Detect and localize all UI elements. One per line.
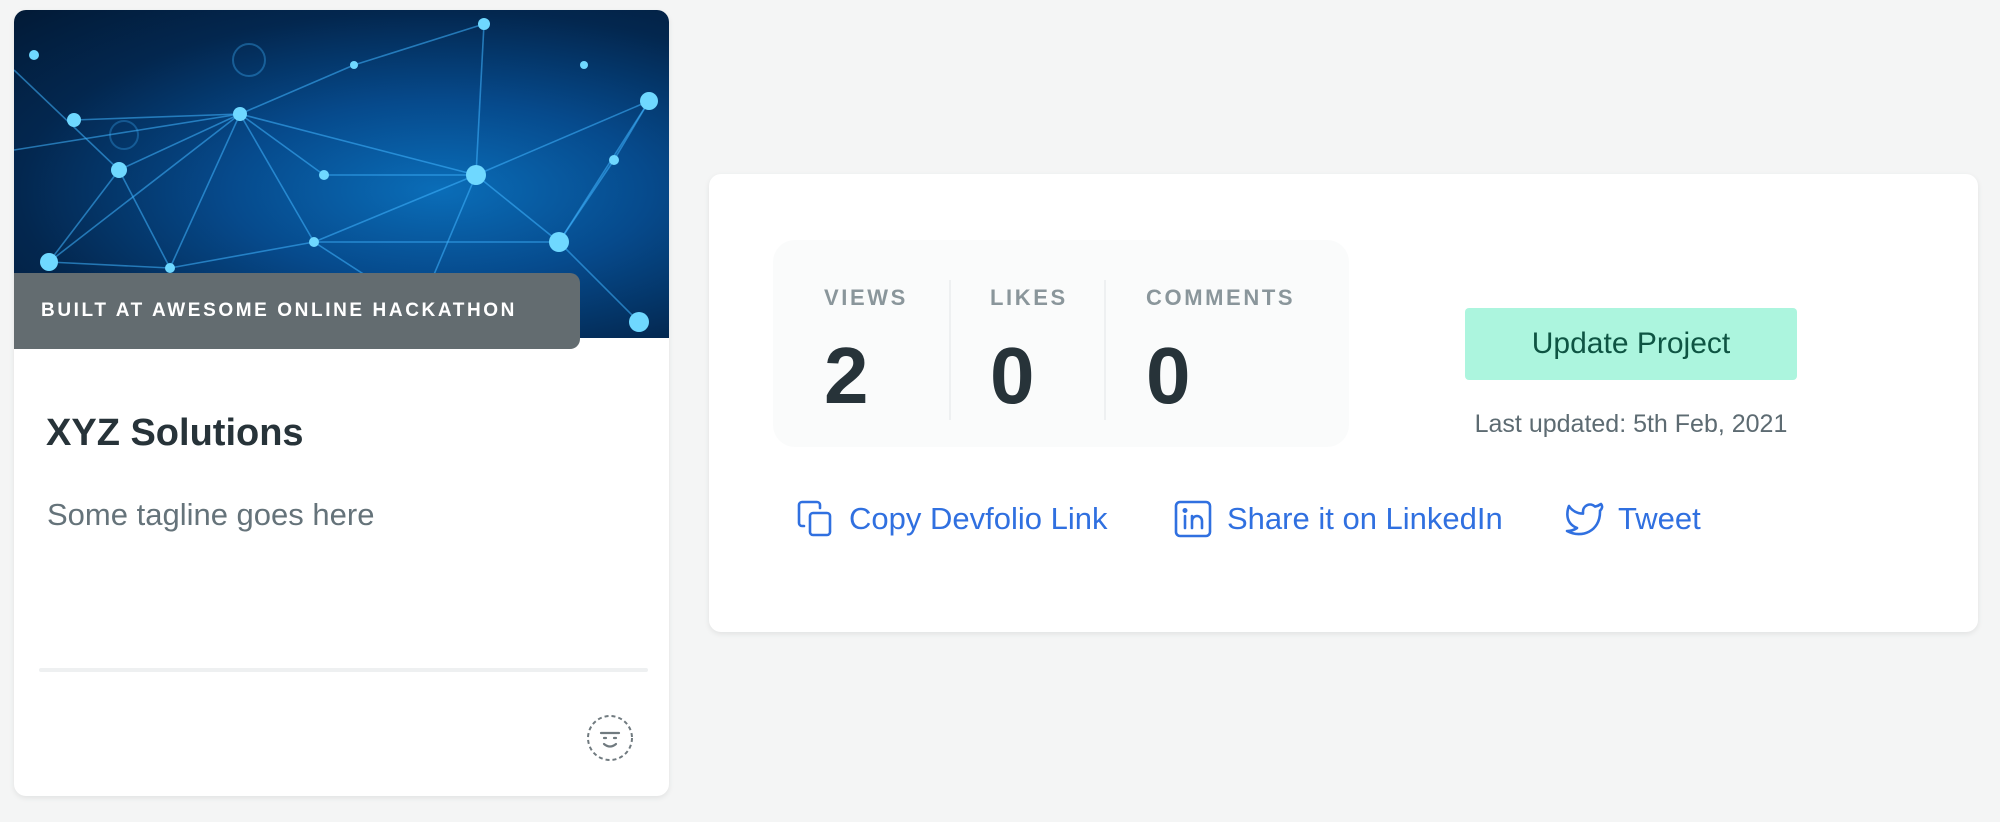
stat-value-views: 2 [824, 331, 869, 420]
copy-devfolio-link-label: Copy Devfolio Link [849, 501, 1108, 536]
tweet-label: Tweet [1618, 501, 1701, 536]
update-project-button[interactable]: Update Project [1465, 308, 1797, 380]
stat-likes: LIKES 0 [953, 240, 1103, 447]
hackathon-badge[interactable]: BUILT AT AWESOME ONLINE HACKATHON [14, 273, 580, 349]
tweet-link[interactable]: Tweet [1562, 497, 1701, 541]
stat-separator [1104, 280, 1106, 420]
last-updated-text: Last updated: 5th Feb, 2021 [1474, 410, 1788, 438]
copy-icon [795, 499, 835, 539]
stat-label-likes: LIKES [990, 285, 1068, 310]
stat-label-views: VIEWS [824, 285, 908, 310]
project-card[interactable]: BUILT AT AWESOME ONLINE HACKATHON XYZ So… [14, 10, 669, 796]
stat-value-comments: 0 [1146, 331, 1191, 420]
copy-devfolio-link[interactable]: Copy Devfolio Link [795, 497, 1107, 541]
stat-value-likes: 0 [990, 331, 1035, 420]
face-avatar-icon[interactable] [586, 714, 634, 762]
project-tagline: Some tagline goes here [47, 497, 375, 532]
project-stats-panel: VIEWS 2 LIKES 0 COMMENTS 0 Update Projec… [709, 174, 1978, 632]
share-linkedin-label: Share it on LinkedIn [1227, 501, 1503, 536]
stat-comments: COMMENTS 0 [1108, 240, 1348, 447]
share-linkedin-link[interactable]: Share it on LinkedIn [1173, 497, 1503, 541]
stats-box: VIEWS 2 LIKES 0 COMMENTS 0 [773, 240, 1349, 447]
twitter-icon [1562, 499, 1604, 539]
stat-views: VIEWS 2 [773, 240, 943, 447]
card-divider [39, 668, 648, 672]
linkedin-icon [1173, 499, 1213, 539]
stat-label-comments: COMMENTS [1146, 285, 1296, 310]
project-title[interactable]: XYZ Solutions [46, 412, 304, 455]
stat-separator [949, 280, 951, 420]
